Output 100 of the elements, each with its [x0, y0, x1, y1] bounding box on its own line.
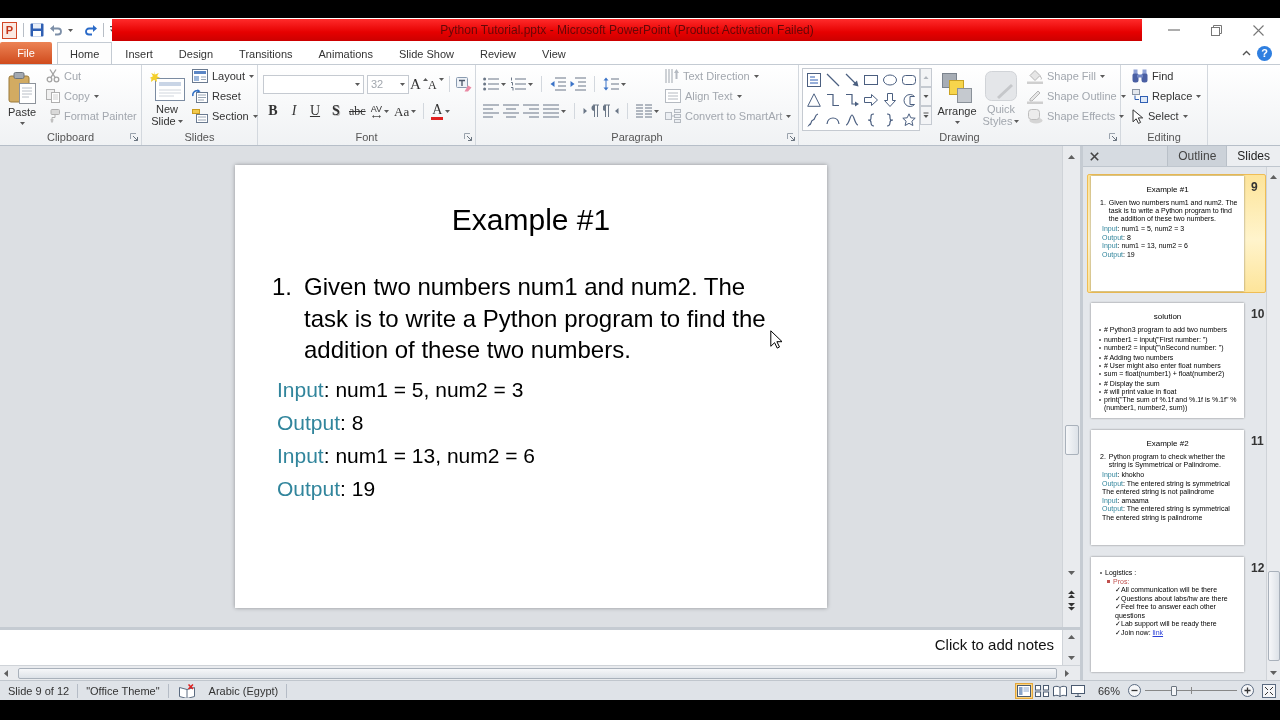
slide-thumbnail-item[interactable] [1087, 174, 1266, 293]
elbow-connector-icon[interactable] [826, 93, 840, 107]
zoom-slider-thumb[interactable] [1171, 685, 1178, 696]
scrollbar-thumb[interactable] [1267, 571, 1280, 661]
slideshow-icon[interactable] [1069, 683, 1086, 698]
scroll-up-icon[interactable] [1068, 155, 1075, 159]
ribbon-tab[interactable]: Design [165, 42, 227, 64]
collapse-ribbon-icon[interactable] [1242, 50, 1251, 56]
text-shadow-button[interactable]: S [326, 101, 346, 121]
caret-icon[interactable] [621, 82, 626, 86]
close-icon[interactable] [1253, 24, 1265, 36]
vertical-scrollbar[interactable] [1062, 146, 1080, 627]
dialog-launcher-icon[interactable] [1109, 133, 1117, 141]
curve-icon[interactable] [845, 113, 859, 127]
scroll-down-icon[interactable] [1068, 571, 1075, 575]
ribbon-tab[interactable]: Home [57, 42, 113, 64]
rounded-rectangle-icon[interactable] [902, 73, 916, 87]
dialog-launcher-icon[interactable] [787, 133, 795, 141]
paste-button[interactable]: Paste [3, 66, 41, 129]
section-button[interactable]: Section [190, 106, 260, 126]
right-to-left-icon[interactable] [603, 104, 619, 118]
ribbon-tab[interactable]: Animations [305, 42, 386, 64]
italic-button[interactable]: I [284, 101, 304, 121]
horizontal-scrollbar[interactable] [0, 665, 1080, 680]
left-to-right-icon[interactable] [583, 104, 599, 118]
fit-to-window-icon[interactable] [1262, 683, 1276, 698]
previous-slide-icon[interactable] [1068, 590, 1075, 598]
vertical-scrollbar[interactable] [1266, 167, 1280, 680]
redo-icon[interactable] [85, 24, 97, 36]
ribbon-tab[interactable]: Transitions [226, 42, 306, 64]
pane-tab[interactable]: Outline [1167, 146, 1227, 166]
save-icon[interactable] [30, 23, 44, 37]
ribbon-tab[interactable]: View [529, 42, 579, 64]
close-icon[interactable] [1090, 151, 1099, 161]
layout-button[interactable]: Layout [190, 66, 260, 86]
increase-indent-icon[interactable] [570, 77, 586, 91]
reading-view-icon[interactable] [1051, 683, 1068, 698]
character-spacing-button[interactable]: AV [368, 101, 391, 121]
select-button[interactable]: Select [1130, 106, 1204, 126]
line-spacing-icon[interactable] [603, 77, 619, 91]
freeform-icon[interactable] [807, 113, 821, 127]
font-name-field[interactable] [263, 74, 364, 94]
scrollbar-thumb[interactable] [18, 667, 1057, 679]
ribbon-tab[interactable]: Insert [112, 42, 166, 64]
normal-view-icon[interactable] [1015, 683, 1032, 698]
ribbon-tab[interactable]: Slide Show [385, 42, 467, 64]
spell-check-icon[interactable] [178, 683, 195, 698]
grow-font-button[interactable]: A [411, 74, 427, 94]
restore-icon[interactable] [1211, 24, 1222, 36]
caret-icon[interactable] [561, 109, 566, 113]
elbow-arrow-icon[interactable] [845, 93, 859, 107]
arrow-line-icon[interactable] [845, 73, 859, 87]
language-indicator[interactable]: Arabic (Egypt) [208, 684, 279, 697]
caret-icon[interactable] [68, 28, 73, 32]
undo-icon[interactable] [50, 24, 62, 36]
shrink-font-button[interactable]: A [428, 74, 443, 94]
reset-button[interactable]: Reset [190, 86, 260, 106]
notes-scrollbar[interactable] [1062, 630, 1080, 665]
scrollbar-thumb[interactable] [1064, 425, 1079, 455]
clear-formatting-icon[interactable] [456, 76, 472, 92]
app-logo-icon[interactable]: P [2, 21, 17, 39]
find-button[interactable]: Find [1130, 66, 1204, 86]
scroll-right-icon[interactable] [1065, 669, 1069, 677]
text-box-icon[interactable] [807, 73, 821, 87]
zoom-in-icon[interactable] [1241, 684, 1254, 697]
gallery-down-icon[interactable] [920, 87, 932, 106]
scroll-down-icon[interactable] [1068, 656, 1075, 660]
dialog-launcher-icon[interactable] [130, 133, 138, 141]
zoom-level[interactable]: 66% [1097, 684, 1120, 697]
line-icon[interactable] [826, 73, 840, 87]
pane-tab[interactable]: Slides [1226, 146, 1280, 166]
numbering-icon[interactable] [510, 77, 526, 91]
zoom-out-icon[interactable] [1128, 684, 1141, 697]
down-arrow-icon[interactable] [883, 93, 897, 107]
caret-icon[interactable] [654, 109, 659, 113]
caret-icon[interactable] [528, 82, 533, 86]
underline-button[interactable]: U [305, 101, 325, 121]
change-case-button[interactable]: Aa [392, 101, 419, 121]
caret-icon[interactable] [501, 82, 506, 86]
bullets-icon[interactable] [483, 77, 499, 91]
strikethrough-button[interactable]: abc [347, 101, 368, 121]
replace-button[interactable]: Replace [1130, 86, 1204, 106]
oval-icon[interactable] [883, 73, 897, 87]
scroll-up-icon[interactable] [1270, 175, 1277, 179]
bold-button[interactable]: B [263, 101, 283, 121]
decrease-indent-icon[interactable] [550, 77, 566, 91]
caret-icon[interactable] [355, 82, 360, 86]
gallery-more-icon[interactable] [920, 106, 932, 125]
slide-sorter-icon[interactable] [1033, 683, 1050, 698]
new-slide-button[interactable]: New Slide [147, 66, 187, 129]
dialog-launcher-icon[interactable] [464, 133, 472, 141]
scroll-left-icon[interactable] [4, 669, 8, 677]
rectangle-icon[interactable] [864, 73, 878, 87]
arrange-button[interactable]: Arrange [935, 66, 979, 129]
right-arrow-icon[interactable] [864, 93, 878, 107]
scroll-down-icon[interactable] [1270, 671, 1277, 675]
scroll-up-icon[interactable] [1068, 635, 1075, 639]
crescent-icon[interactable] [902, 93, 916, 107]
next-slide-icon[interactable] [1068, 603, 1075, 611]
help-icon[interactable]: ? [1257, 45, 1272, 61]
